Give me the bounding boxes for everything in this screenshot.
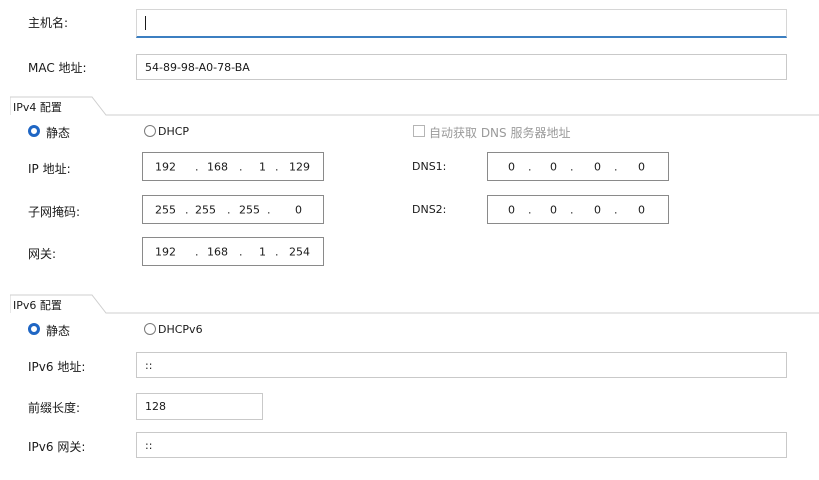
ipv6-gateway-input[interactable]: :: [136, 432, 787, 458]
dns2-octet-1: 0 [508, 203, 515, 216]
mask-octet-1: 255 [155, 203, 176, 216]
ipv6-dhcp-radio[interactable] [144, 323, 156, 335]
dns1-octet-1: 0 [508, 160, 515, 173]
gateway-label: 网关: [28, 247, 57, 261]
ipv6-static-label: 静态 [46, 324, 71, 338]
gateway-octet-1: 192 [155, 245, 176, 258]
auto-dns-checkbox[interactable] [413, 125, 425, 137]
ipv4-static-radio[interactable] [28, 125, 40, 137]
ipv6-section-divider [10, 294, 819, 314]
ipv4-section-divider [10, 96, 819, 116]
subnet-mask-label: 子网掩码: [28, 205, 81, 219]
ipv6-gateway-label: IPv6 网关: [28, 440, 86, 454]
dns1-octet-2: 0 [550, 160, 557, 173]
ipv4-dhcp-label: DHCP [158, 125, 190, 138]
mask-octet-4: 0 [295, 203, 302, 216]
dns1-label: DNS1: [412, 160, 447, 173]
prefix-length-value: 128 [145, 400, 166, 413]
auto-dns-label: 自动获取 DNS 服务器地址 [429, 126, 571, 140]
mac-address-value: 54-89-98-A0-78-BA [145, 60, 250, 74]
mac-address-field[interactable]: 54-89-98-A0-78-BA [136, 54, 787, 80]
gateway-octet-3: 1 [259, 245, 266, 258]
dns1-input[interactable]: 0 . 0 . 0 . 0 [487, 152, 669, 181]
text-caret [145, 16, 146, 30]
mac-label: MAC 地址: [28, 61, 87, 75]
ipv4-dhcp-radio[interactable] [144, 125, 156, 137]
ip-address-label: IP 地址: [28, 162, 71, 176]
ipv6-address-label: IPv6 地址: [28, 360, 86, 374]
dns2-octet-4: 0 [638, 203, 645, 216]
ipv6-static-radio[interactable] [28, 323, 40, 335]
dns2-label: DNS2: [412, 203, 447, 216]
dns1-octet-3: 0 [594, 160, 601, 173]
mask-octet-2: 255 [195, 203, 216, 216]
prefix-length-input[interactable]: 128 [136, 393, 263, 420]
ip-address-input[interactable]: 192 . 168 . 1 . 129 [142, 152, 324, 181]
ip-octet-3: 1 [259, 160, 266, 173]
ipv6-gateway-value: :: [145, 438, 153, 452]
ipv6-address-value: :: [145, 358, 153, 372]
prefix-length-label: 前缀长度: [28, 401, 81, 415]
gateway-input[interactable]: 192 . 168 . 1 . 254 [142, 237, 324, 266]
mask-octet-3: 255 [239, 203, 260, 216]
dns2-input[interactable]: 0 . 0 . 0 . 0 [487, 195, 669, 224]
dns2-octet-2: 0 [550, 203, 557, 216]
subnet-mask-input[interactable]: 255 . 255 . 255 . 0 [142, 195, 324, 224]
hostname-label: 主机名: [28, 16, 69, 30]
gateway-octet-2: 168 [207, 245, 228, 258]
gateway-octet-4: 254 [289, 245, 310, 258]
dns1-octet-4: 0 [638, 160, 645, 173]
ipv6-address-input[interactable]: :: [136, 352, 787, 378]
ipv4-static-label: 静态 [46, 126, 71, 140]
ipv6-dhcp-label: DHCPv6 [158, 323, 203, 336]
ip-octet-2: 168 [207, 160, 228, 173]
ip-octet-4: 129 [289, 160, 310, 173]
dns2-octet-3: 0 [594, 203, 601, 216]
hostname-input[interactable] [136, 9, 787, 38]
ip-octet-1: 192 [155, 160, 176, 173]
